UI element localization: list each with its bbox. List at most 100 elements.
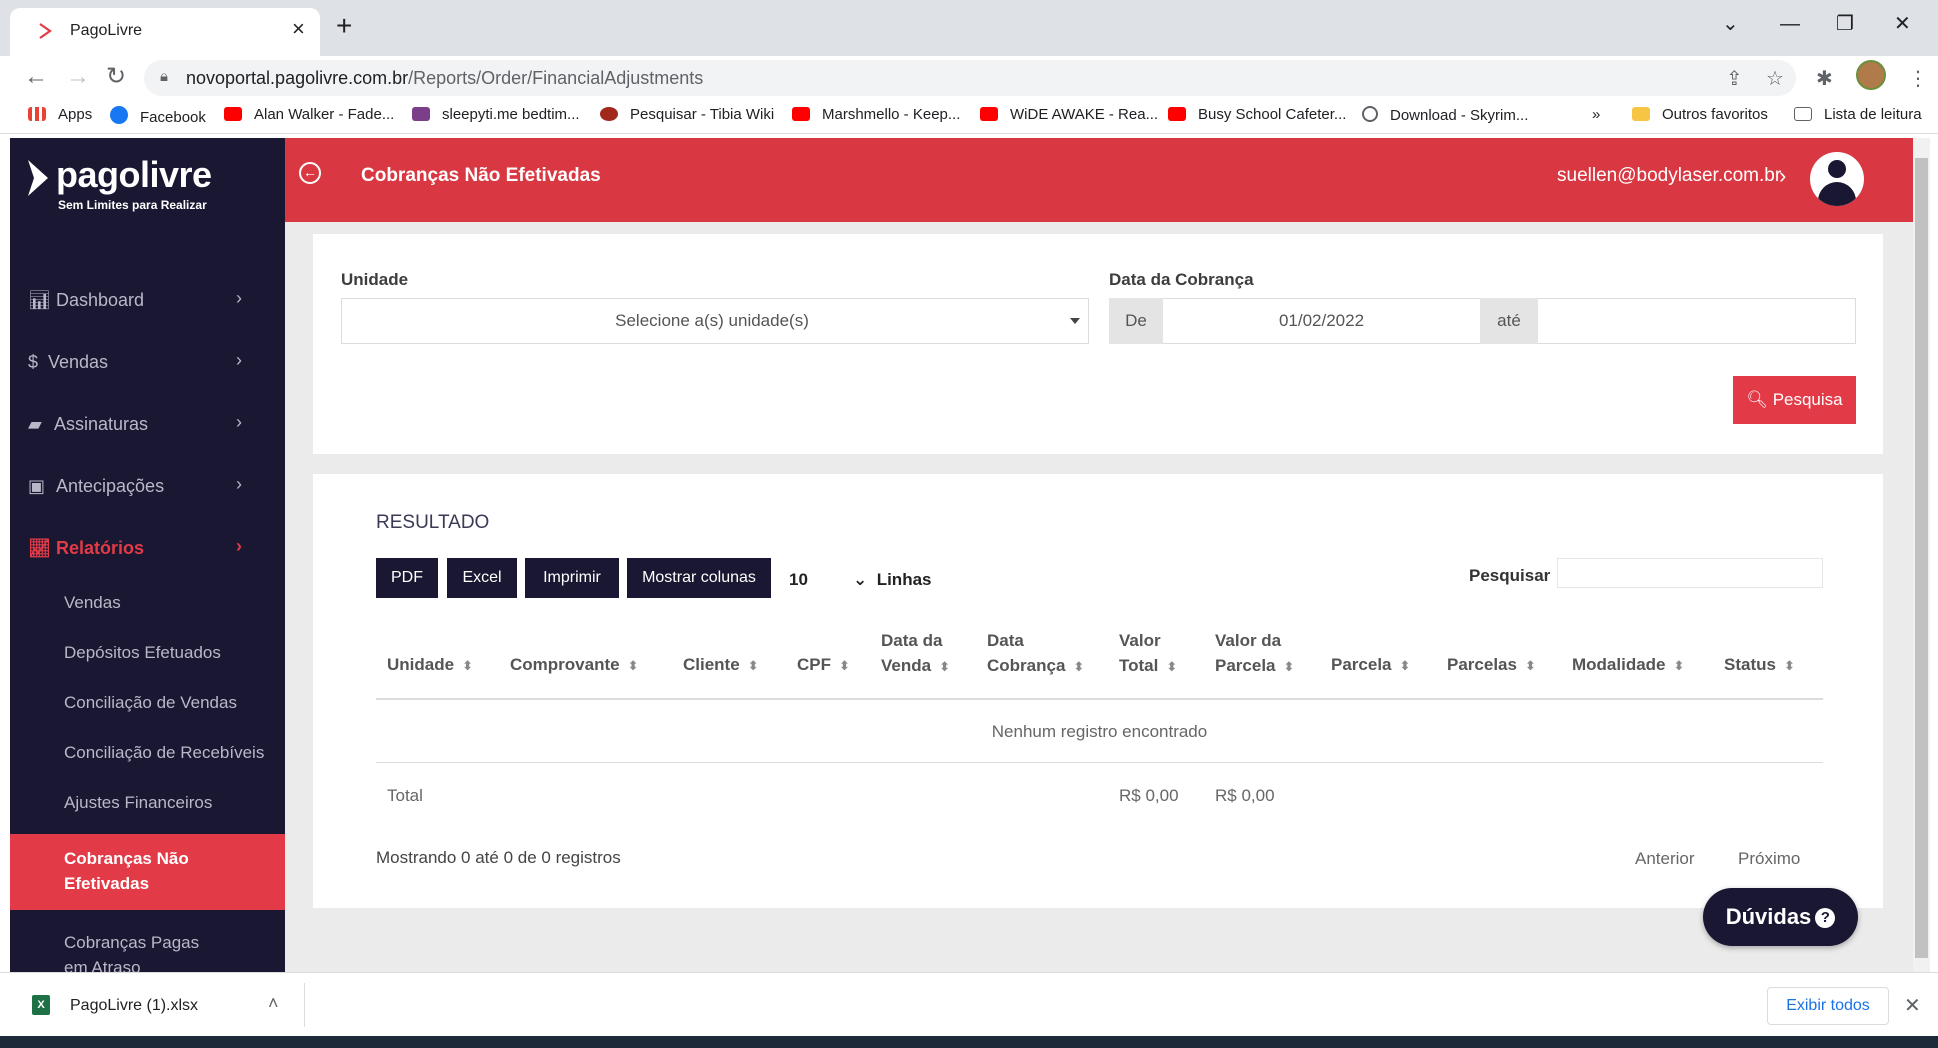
sidebar-subitem-conciliacao-vendas[interactable]: Conciliação de Vendas <box>10 690 285 720</box>
user-email[interactable]: suellen@bodylaser.com.br <box>1557 165 1781 187</box>
date-from-input[interactable]: 01/02/2022 <box>1163 298 1481 344</box>
lock-icon[interactable]: 🔒︎ <box>160 68 168 85</box>
pdf-button[interactable]: PDF <box>376 558 438 598</box>
pagination-next[interactable]: Próximo <box>1738 849 1800 869</box>
column-header-cliente[interactable]: Cliente ⬍ <box>683 652 759 678</box>
new-tab-icon[interactable]: + <box>336 12 352 40</box>
header-divider <box>376 698 1823 700</box>
more-bookmarks-icon[interactable]: » <box>1592 106 1600 123</box>
bookmark-label: Pesquisar - Tibia Wiki <box>630 106 775 123</box>
sleepytime-icon <box>412 107 430 121</box>
bookmark-busy-school[interactable]: Busy School Cafeter... <box>1168 106 1346 123</box>
page-length-label: Linhas <box>876 570 932 589</box>
column-header-parcela[interactable]: Parcela ⬍ <box>1331 652 1410 678</box>
column-label: Parcelas <box>1447 655 1517 674</box>
sidebar-subitem-vendas[interactable]: Vendas <box>10 590 285 620</box>
user-icon-body <box>1818 182 1856 206</box>
help-button[interactable]: Dúvidas? <box>1703 888 1858 946</box>
bookmark-other-favorites[interactable]: Outros favoritos <box>1632 106 1768 123</box>
extensions-icon[interactable]: ✱ <box>1816 66 1833 91</box>
print-button[interactable]: Imprimir <box>525 558 619 598</box>
bookmark-star-icon[interactable]: ☆ <box>1766 66 1784 91</box>
column-header-data-cobranca[interactable]: Data Cobrança ⬍ <box>987 628 1084 679</box>
column-header-comprovante[interactable]: Comprovante ⬍ <box>510 652 638 678</box>
sidebar-item-dashboard[interactable]: 📊︎ Dashboard › <box>10 280 285 320</box>
window-close-icon[interactable]: ✕ <box>1894 14 1911 34</box>
bookmark-alan-walker[interactable]: Alan Walker - Fade... <box>224 106 394 123</box>
sidebar-subitem-depositos[interactable]: Depósitos Efetuados <box>10 640 285 670</box>
column-header-unidade[interactable]: Unidade ⬍ <box>387 652 473 678</box>
column-header-status[interactable]: Status ⬍ <box>1724 652 1795 678</box>
show-columns-button[interactable]: Mostrar colunas <box>627 558 771 598</box>
download-file-name[interactable]: PagoLivre (1).xlsx <box>70 997 198 1015</box>
search-button[interactable]: 🔍︎ Pesquisa <box>1733 376 1856 424</box>
sidebar-item-vendas[interactable]: $ Vendas › <box>10 342 285 382</box>
apps-grid-icon <box>28 107 46 121</box>
back-arrow-icon[interactable]: ← <box>24 64 48 90</box>
restore-icon[interactable]: ❐ <box>1836 14 1854 34</box>
page-length-select[interactable]: ⌄ Linhas <box>853 570 932 590</box>
sidebar-item-relatorios[interactable]: 📈︎ Relatórios › <box>10 528 285 568</box>
money-icon: ▣ <box>28 476 46 496</box>
reload-icon[interactable]: ↻ <box>106 64 126 90</box>
sidebar-subitem-cobrancas-nao-efetivadas[interactable]: Cobranças Não Efetivadas <box>10 834 285 910</box>
sidebar-item-assinaturas[interactable]: ▰ Assinaturas › <box>10 404 285 444</box>
logo-text[interactable]: pagolivre <box>56 154 212 196</box>
address-bar[interactable]: 🔒︎ novoportal.pagolivre.com.br/Reports/O… <box>144 60 1796 96</box>
url-path: /Reports/Order/FinancialAdjustments <box>408 68 704 88</box>
total-valor-parcela: R$ 0,00 <box>1215 786 1275 805</box>
bookmark-sleepytime[interactable]: sleepyti.me bedtim... <box>412 106 580 123</box>
bookmark-skyrim[interactable]: Download - Skyrim... <box>1362 106 1528 124</box>
download-separator <box>304 983 305 1027</box>
menu-kebab-icon[interactable]: ⋮ <box>1908 66 1928 91</box>
bookmark-facebook[interactable]: Facebook <box>110 106 206 126</box>
column-header-parcelas[interactable]: Parcelas ⬍ <box>1447 652 1536 678</box>
bookmark-apps[interactable]: Apps <box>28 106 92 123</box>
unit-select[interactable]: Selecione a(s) unidade(s) <box>341 298 1089 344</box>
tab-search-icon[interactable]: ⌄ <box>1722 14 1739 34</box>
profile-avatar[interactable] <box>1856 60 1886 90</box>
back-circle-icon[interactable]: ← <box>299 162 321 184</box>
page-title: Cobranças Não Efetivadas <box>361 165 601 186</box>
column-header-valor-parcela[interactable]: Valor da Parcela ⬍ <box>1215 628 1294 679</box>
youtube-icon <box>224 107 242 121</box>
bookmark-marshmello[interactable]: Marshmello - Keep... <box>792 106 960 123</box>
pagination-previous[interactable]: Anterior <box>1635 849 1695 869</box>
url-text[interactable]: novoportal.pagolivre.com.br/Reports/Orde… <box>186 68 703 89</box>
show-all-downloads-button[interactable]: Exibir todos <box>1767 987 1889 1025</box>
row-divider <box>376 762 1823 763</box>
column-header-modalidade[interactable]: Modalidade ⬍ <box>1572 652 1684 678</box>
sidebar-item-antecipacoes[interactable]: ▣ Antecipações › <box>10 466 285 506</box>
chevron-right-icon[interactable]: › <box>1779 163 1786 189</box>
forward-arrow-icon[interactable]: → <box>66 64 90 90</box>
sidebar-subitem-ajustes-financeiros[interactable]: Ajustes Financeiros <box>10 790 285 820</box>
column-header-data-venda[interactable]: Data da Venda ⬍ <box>881 628 950 679</box>
url-host: novoportal.pagolivre.com.br <box>186 68 409 88</box>
share-icon[interactable]: ⇪ <box>1726 66 1743 91</box>
sidebar-subitem-cobrancas-pagas-atraso[interactable]: Cobranças Pagas em Atraso <box>10 922 285 972</box>
bookmark-wide-awake[interactable]: WiDE AWAKE - Rea... <box>980 106 1158 123</box>
minimize-icon[interactable]: — <box>1780 14 1800 34</box>
total-valor-total: R$ 0,00 <box>1119 786 1179 805</box>
reading-list[interactable]: Lista de leitura <box>1794 106 1922 123</box>
total-label: Total <box>387 786 423 805</box>
column-label: Modalidade <box>1572 655 1666 674</box>
excel-button[interactable]: Excel <box>447 558 517 598</box>
date-to-input[interactable] <box>1538 298 1856 344</box>
column-header-cpf[interactable]: CPF ⬍ <box>797 652 850 678</box>
user-avatar[interactable] <box>1810 152 1864 206</box>
bookmark-tibia[interactable]: Pesquisar - Tibia Wiki <box>600 106 774 123</box>
tab-close-icon[interactable]: × <box>292 18 305 40</box>
browser-tab[interactable]: PagoLivre × <box>10 8 320 56</box>
chevron-up-icon[interactable]: ˄ <box>268 993 279 1014</box>
table-search-input[interactable] <box>1557 558 1823 588</box>
page-length-value[interactable]: 10 <box>789 570 808 590</box>
scrollbar-thumb[interactable] <box>1915 158 1928 958</box>
column-label: Total <box>1119 656 1159 675</box>
pagolivre-logo-icon[interactable] <box>24 158 52 198</box>
close-download-bar-icon[interactable]: ✕ <box>1904 993 1921 1018</box>
sidebar-subitem-conciliacao-recebiveis[interactable]: Conciliação de Recebíveis <box>10 740 285 770</box>
column-header-valor-total[interactable]: Valor Total ⬍ <box>1119 628 1177 679</box>
column-label: Venda <box>881 656 932 675</box>
page-scrollbar[interactable] <box>1913 138 1930 972</box>
